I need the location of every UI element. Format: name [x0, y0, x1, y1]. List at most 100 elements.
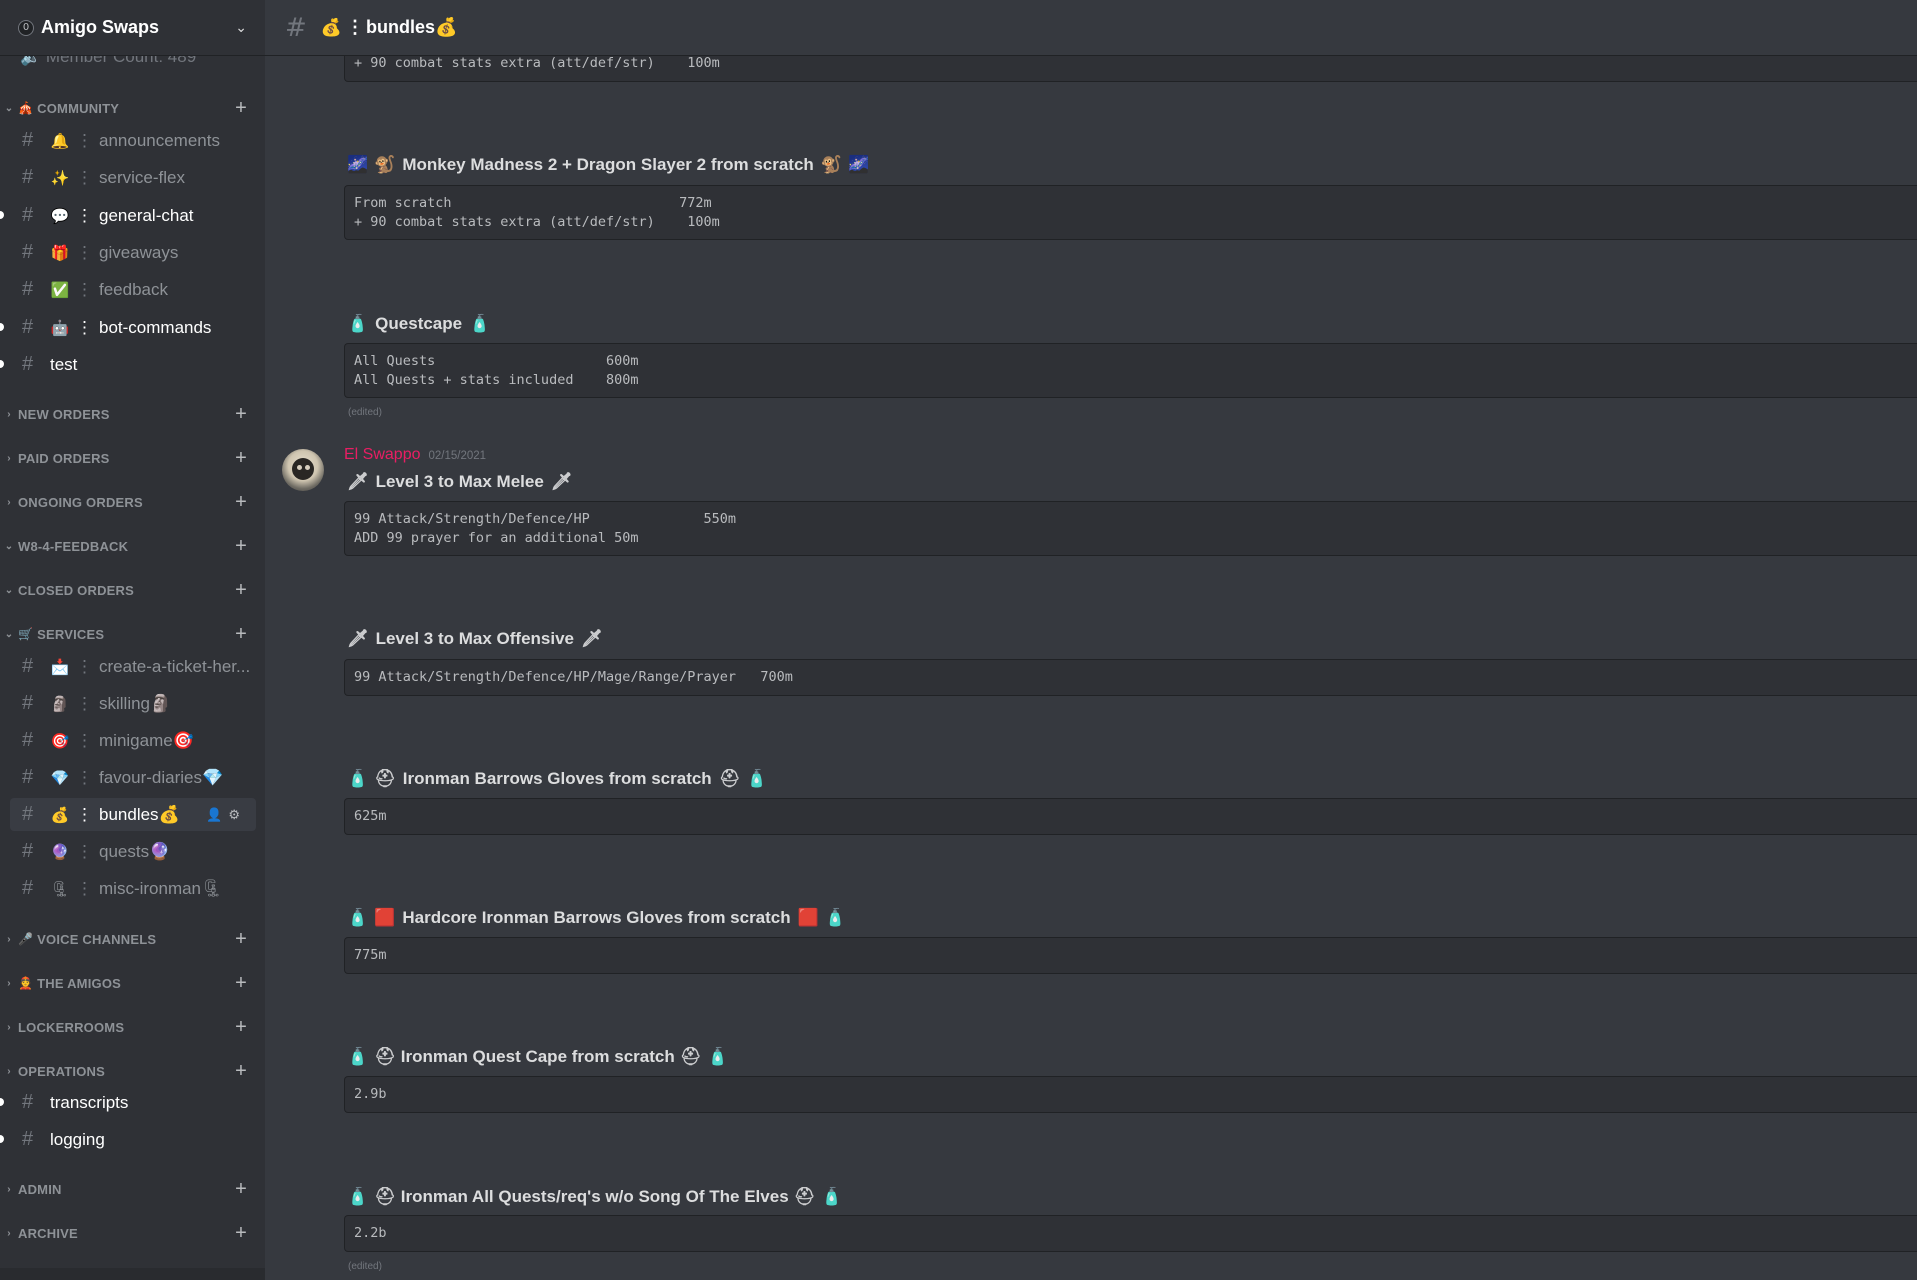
channel-giveaways[interactable]: # 🎁 ⋮ giveaways	[10, 236, 256, 269]
category-label: LOCKERROOMS	[18, 1019, 125, 1035]
hash-icon: #	[22, 316, 34, 338]
channel-test[interactable]: # test	[10, 348, 256, 381]
message-author: El Swappo 02/15/2021	[344, 446, 486, 464]
unread-indicator	[0, 1135, 4, 1143]
plus-icon[interactable]: +	[235, 623, 247, 646]
category-paid-orders[interactable]: › PAID ORDERS +	[0, 447, 265, 469]
plus-icon[interactable]: +	[235, 972, 247, 995]
stars-icon: 🌌	[347, 155, 369, 174]
hardcore-helm-icon: 🟥	[797, 908, 819, 927]
channel-minigame[interactable]: # 🎯 ⋮ minigame🎯	[10, 724, 256, 757]
plus-icon[interactable]: +	[235, 1178, 247, 1201]
monkey-icon: 🐒	[374, 155, 396, 174]
plus-icon[interactable]: +	[235, 579, 247, 602]
category-w8-4-feedback[interactable]: ⌄ W8-4-FEEDBACK +	[0, 535, 265, 557]
server-header[interactable]: 0 Amigo Swaps ⌄	[0, 0, 265, 56]
channel-feedback[interactable]: # ✅ ⋮ feedback	[10, 273, 256, 306]
separator: ⋮	[76, 279, 93, 299]
chevron-right-icon: ›	[7, 1227, 11, 1239]
category-archive[interactable]: › ARCHIVE +	[0, 1222, 265, 1244]
category-community[interactable]: ⌄ 🎪 COMMUNITY +	[0, 97, 265, 119]
chevron-down-icon[interactable]: ⌄	[235, 20, 247, 36]
channel-service-flex[interactable]: # ✨ ⋮ service-flex	[10, 161, 256, 194]
category-new-orders[interactable]: › NEW ORDERS +	[0, 403, 265, 425]
ironman-helm-icon: ⛑	[679, 1047, 702, 1066]
category-ongoing-orders[interactable]: › ONGOING ORDERS +	[0, 491, 265, 513]
plus-icon[interactable]: +	[235, 535, 247, 558]
heading-text: Ironman Barrows Gloves from scratch	[402, 769, 712, 788]
plus-icon[interactable]: +	[235, 928, 247, 951]
ironman-helm-icon: ⛑	[374, 769, 396, 788]
channel-misc-ironman[interactable]: # 🗜 ⋮ misc-ironman🗜	[10, 872, 256, 905]
separator: ⋮	[76, 767, 93, 787]
category-the-amigos[interactable]: › 👲 THE AMIGOS +	[0, 972, 265, 994]
channel-label: bundles💰	[99, 804, 180, 824]
plus-icon[interactable]: +	[235, 97, 247, 120]
hash-icon: #	[22, 241, 34, 263]
code-block: All Quests 600m All Quests + stats inclu…	[344, 343, 1917, 398]
hash-icon: #	[22, 729, 34, 751]
channel-sidebar: 🔈 Member Count: 489 0 Amigo Swaps ⌄ ⌄ 🎪 …	[0, 0, 265, 1280]
channel-logging[interactable]: # logging	[10, 1123, 256, 1156]
chevron-right-icon: ›	[7, 1065, 11, 1077]
gem-icon: 💎	[50, 769, 70, 787]
heading-text: Monkey Madness 2 + Dragon Slayer 2 from …	[402, 155, 814, 174]
separator: ⋮	[76, 317, 93, 337]
moai-icon: 🗿	[50, 695, 70, 713]
channel-label: transcripts	[50, 1092, 129, 1112]
code-block: 775m	[344, 937, 1917, 974]
separator: ⋮	[76, 242, 93, 262]
author-name[interactable]: El Swappo	[344, 446, 421, 464]
bottle-icon: 🧴	[347, 314, 369, 333]
avatar[interactable]	[282, 449, 324, 491]
chevron-down-icon: ⌄	[4, 540, 14, 552]
bottle-icon: 🧴	[707, 1047, 729, 1066]
code-block: From scratch 772m + 90 combat stats extr…	[344, 185, 1917, 240]
hash-icon: #	[22, 840, 34, 862]
bottle-icon: 🧴	[469, 314, 491, 333]
channel-general-chat[interactable]: # 💬 ⋮ general-chat	[10, 199, 256, 232]
category-lockerrooms[interactable]: › LOCKERROOMS +	[0, 1016, 265, 1038]
bottle-icon: 🧴	[347, 1187, 369, 1206]
channel-label: logging	[50, 1129, 105, 1149]
message-heading: 🗡 Level 3 to Max Offensive 🗡	[344, 624, 606, 654]
microphone-icon: 🎤	[18, 932, 34, 946]
category-voice-channels[interactable]: › 🎤 VOICE CHANNELS +	[0, 928, 265, 950]
category-label: COMMUNITY	[37, 100, 120, 116]
plus-icon[interactable]: +	[235, 447, 247, 470]
chevron-right-icon: ›	[7, 496, 11, 508]
money-bag-icon: 💰	[320, 17, 342, 38]
category-operations[interactable]: › OPERATIONS +	[0, 1060, 265, 1082]
gear-icon[interactable]: ⚙	[228, 807, 246, 822]
channel-announcements[interactable]: # 🔔 ⋮ announcements	[10, 124, 256, 157]
channel-favour-diaries[interactable]: # 💎 ⋮ favour-diaries💎	[10, 761, 256, 794]
plus-icon[interactable]: +	[235, 403, 247, 426]
hash-icon: #	[22, 1128, 34, 1150]
channel-label: minigame🎯	[99, 730, 194, 750]
bottle-icon: 🧴	[821, 1187, 843, 1206]
money-bag-icon: 💰	[50, 806, 70, 824]
plus-icon[interactable]: +	[235, 1016, 247, 1039]
channel-bot-commands[interactable]: # 🤖 ⋮ bot-commands	[10, 311, 256, 344]
category-label: SERVICES	[37, 626, 105, 642]
channel-quests[interactable]: # 🔮 ⋮ quests🔮	[10, 835, 256, 868]
server-badge: 0	[18, 19, 34, 36]
channel-create-a-ticket[interactable]: # 📩 ⋮ create-a-ticket-her...	[10, 650, 256, 683]
category-label: ARCHIVE	[18, 1225, 78, 1241]
target-icon: 🎯	[50, 732, 70, 750]
message-timestamp: 02/15/2021	[428, 450, 487, 462]
channel-skilling[interactable]: # 🗿 ⋮ skilling🗿	[10, 687, 256, 720]
plus-icon[interactable]: +	[235, 491, 247, 514]
message-heading: 🧴 Questcape 🧴	[344, 309, 493, 339]
channel-bundles[interactable]: # 💰 ⋮ bundles💰 👤⚙	[10, 798, 256, 831]
bottle-icon: 🧴	[347, 1047, 369, 1066]
channel-transcripts[interactable]: # transcripts	[10, 1086, 256, 1119]
plus-icon[interactable]: +	[235, 1060, 247, 1083]
message-heading: 🧴 ⛑ Ironman Quest Cape from scratch ⛑ 🧴	[344, 1042, 732, 1072]
add-member-icon[interactable]: 👤	[206, 807, 228, 822]
category-admin[interactable]: › ADMIN +	[0, 1178, 265, 1200]
bottle-icon: 🧴	[746, 769, 768, 788]
plus-icon[interactable]: +	[235, 1222, 247, 1245]
category-services[interactable]: ⌄ 🛒 SERVICES +	[0, 623, 265, 645]
category-closed-orders[interactable]: ⌄ CLOSED ORDERS +	[0, 579, 265, 601]
